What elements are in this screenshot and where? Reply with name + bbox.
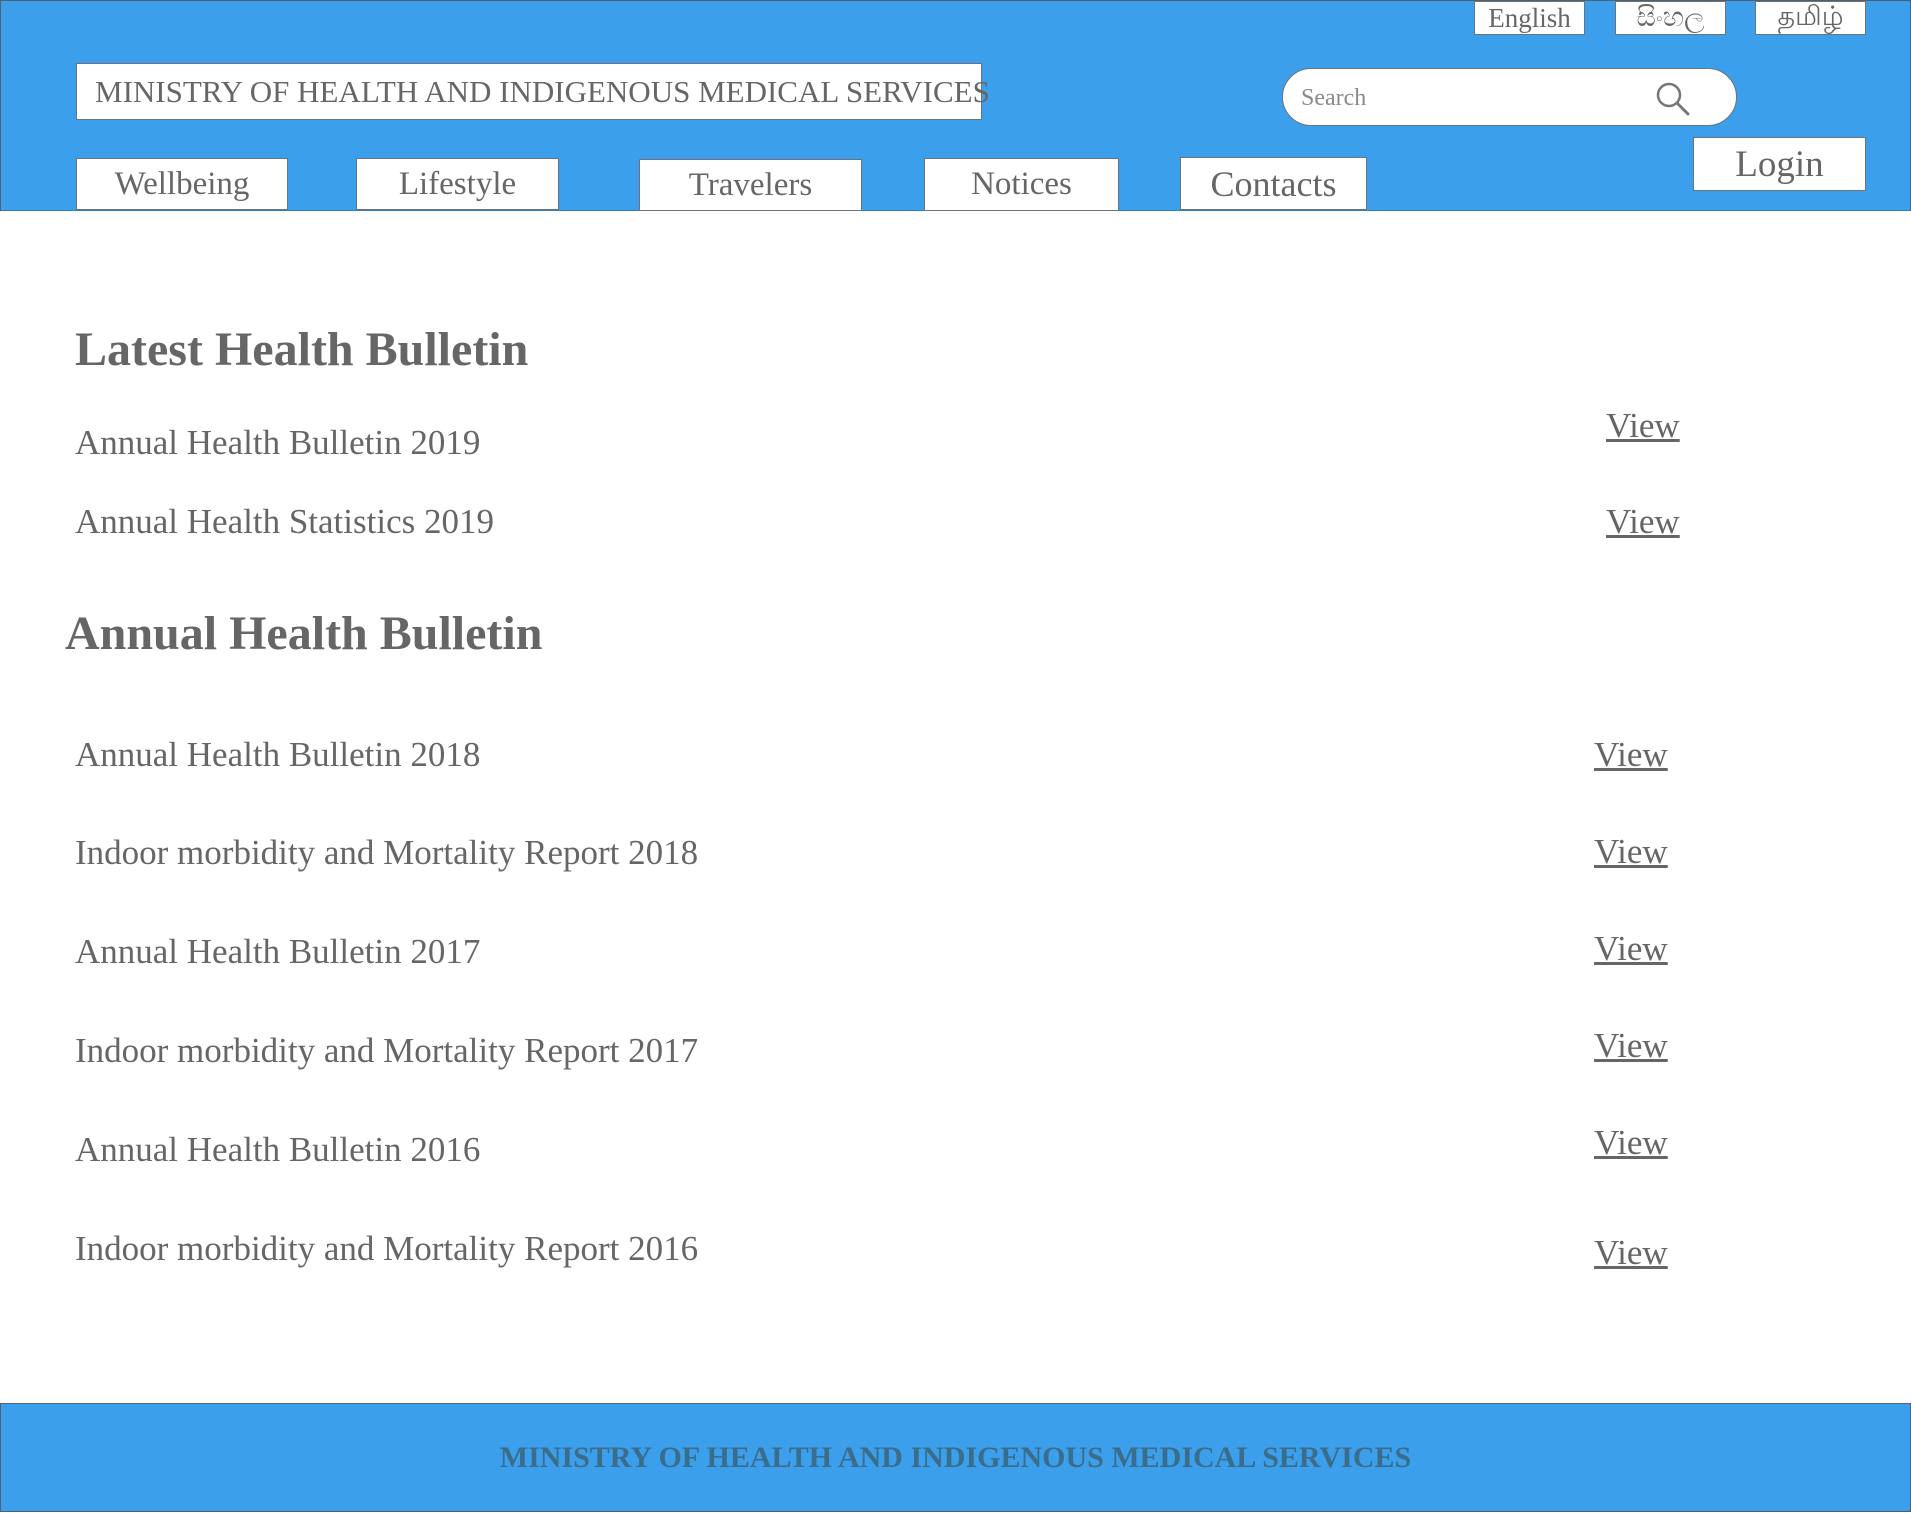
list-item-label: Annual Health Bulletin 2017 xyxy=(75,932,481,971)
list-item-label: Annual Health Bulletin 2019 xyxy=(75,423,481,462)
view-link[interactable]: View xyxy=(1594,1026,1668,1066)
nav-notices[interactable]: Notices xyxy=(924,158,1119,211)
view-link[interactable]: View xyxy=(1594,1233,1668,1273)
view-link[interactable]: View xyxy=(1606,406,1680,446)
annual-bulletin-heading: Annual Health Bulletin xyxy=(65,607,543,660)
search-input[interactable] xyxy=(1299,77,1663,119)
nav-contacts[interactable]: Contacts xyxy=(1180,157,1367,210)
list-item-label: Annual Health Statistics 2019 xyxy=(75,502,494,541)
list-item-label: Indoor morbidity and Mortality Report 20… xyxy=(75,1031,699,1070)
footer-title: MINISTRY OF HEALTH AND INDIGENOUS MEDICA… xyxy=(499,1440,1412,1474)
list-item-label: Indoor morbidity and Mortality Report 20… xyxy=(75,833,699,872)
view-link[interactable]: View xyxy=(1594,929,1668,969)
list-item-label: Annual Health Bulletin 2018 xyxy=(75,735,481,774)
view-link[interactable]: View xyxy=(1594,735,1668,775)
nav-lifestyle[interactable]: Lifestyle xyxy=(356,158,559,210)
login-button[interactable]: Login xyxy=(1693,137,1866,191)
latest-bulletin-heading: Latest Health Bulletin xyxy=(75,323,529,376)
site-title[interactable]: MINISTRY OF HEALTH AND INDIGENOUS MEDICA… xyxy=(76,63,990,120)
list-item-label: Indoor morbidity and Mortality Report 20… xyxy=(75,1229,699,1268)
view-link[interactable]: View xyxy=(1606,502,1680,542)
nav-wellbeing[interactable]: Wellbeing xyxy=(76,158,288,210)
nav-travelers[interactable]: Travelers xyxy=(639,159,862,211)
lang-sinhala[interactable]: සිංහල xyxy=(1615,1,1726,35)
search-box xyxy=(1282,68,1737,126)
site-footer: MINISTRY OF HEALTH AND INDIGENOUS MEDICA… xyxy=(0,1403,1911,1512)
view-link[interactable]: View xyxy=(1594,832,1668,872)
site-header: English සිංහල தமிழ் MINISTRY OF HEALTH A… xyxy=(0,0,1911,211)
view-link[interactable]: View xyxy=(1594,1123,1668,1163)
list-item-label: Annual Health Bulletin 2016 xyxy=(75,1130,481,1169)
lang-tamil[interactable]: தமிழ் xyxy=(1755,1,1866,35)
lang-english[interactable]: English xyxy=(1474,1,1585,35)
search-icon[interactable] xyxy=(1655,81,1691,117)
